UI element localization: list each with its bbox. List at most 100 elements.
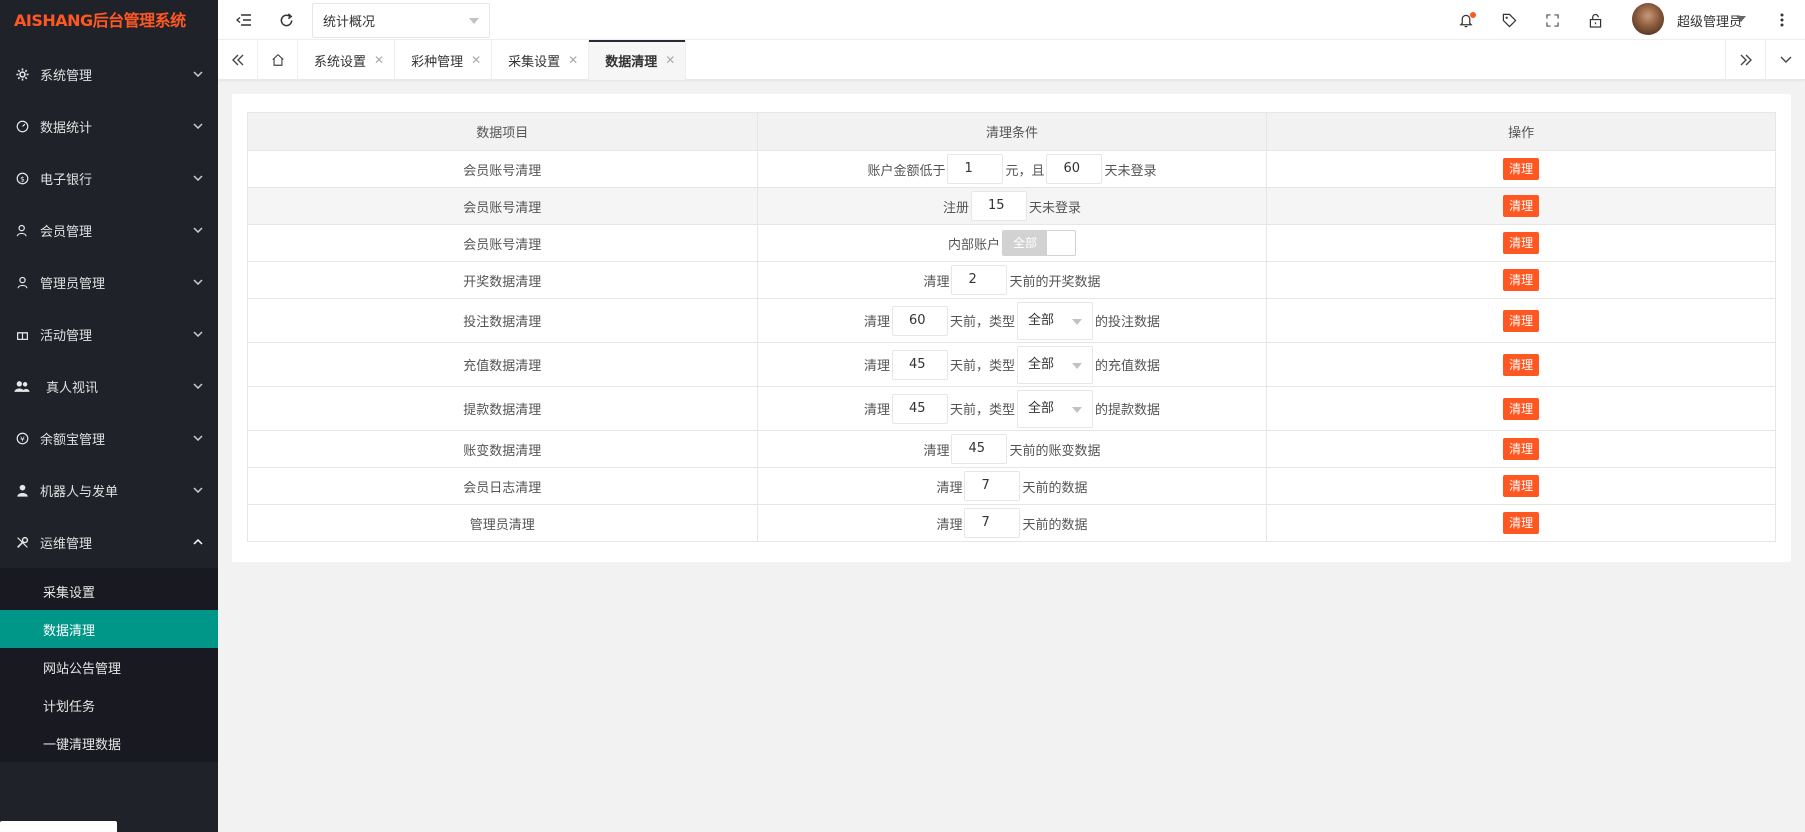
chevron-down-icon [192,224,204,236]
action-cell: 清理 [1266,467,1776,505]
tabs-menu-chevron-down-icon[interactable] [1765,40,1805,80]
tabs-scroll-left-icon[interactable] [218,40,258,80]
sidebar-subitem-collect-settings[interactable]: 采集设置 [0,572,218,610]
clear-button[interactable]: 清理 [1503,438,1540,460]
sidebar-item-admins[interactable]: 管理员管理 [0,256,218,308]
sidebar-subitem-site-notice[interactable]: 网站公告管理 [0,648,218,686]
avatar[interactable] [1632,3,1664,35]
clear-button[interactable]: 清理 [1503,309,1540,332]
clear-button[interactable]: 清理 [1503,397,1540,420]
sidebar-item-activities[interactable]: 活动管理 [0,308,218,360]
quick-nav-select[interactable]: 统计概况 [312,3,490,38]
condition-text: 天未登录 [1104,163,1157,179]
sidebar-item-label: 管理员管理 [40,276,106,292]
dashboard-icon [14,118,30,134]
clear-button[interactable]: 清理 [1503,512,1540,534]
table-row: 会员账号清理 账户金额低于 1 元，且 60 天未登录 清理 [247,150,1776,188]
close-icon[interactable]: ✕ [665,53,675,67]
sidebar-item-live-video[interactable]: 真人视讯 [0,360,218,412]
app-logo[interactable]: AISHANG后台管理系统 [0,0,218,38]
sidebar-subitem-scheduled-tasks[interactable]: 计划任务 [0,686,218,724]
days-input[interactable]: 60 [891,305,948,336]
caret-down-icon[interactable] [1736,16,1746,22]
table-row: 开奖数据清理 清理 2 天前的开奖数据 清理 [247,261,1776,299]
fullscreen-icon[interactable] [1540,8,1564,32]
yen-icon: ¥ [14,430,30,446]
inactive-days-input[interactable]: 60 [1046,154,1103,184]
clear-button[interactable]: 清理 [1503,158,1540,180]
sidebar-item-members[interactable]: 会员管理 [0,204,218,256]
lock-icon[interactable] [1583,8,1607,32]
internal-account-toggle[interactable]: 全部 [1001,230,1076,256]
dollar-icon: $ [14,170,30,186]
tab-collect-settings[interactable]: 采集设置 ✕ [492,40,590,80]
sidebar-subitem-data-cleanup[interactable]: 数据清理 [0,610,218,648]
tabs-bar: 系统设置 ✕ 彩种管理 ✕ 采集设置 ✕ 数据清理 ✕ [218,40,1805,80]
chevron-down-icon [192,120,204,132]
column-header: 数据项目 [247,112,758,151]
days-input[interactable]: 45 [951,434,1008,464]
tab-label: 数据清理 [605,54,658,70]
sidebar-item-label: 会员管理 [40,224,93,240]
clear-button[interactable]: 清理 [1503,475,1540,497]
tabs-scroll-right-icon[interactable] [1725,40,1765,80]
days-input[interactable]: 45 [891,349,948,380]
action-cell: 清理 [1266,298,1776,343]
tab-lottery-management[interactable]: 彩种管理 ✕ [395,40,493,80]
action-cell: 清理 [1266,430,1776,468]
condition-cell: 账户金额低于 1 元，且 60 天未登录 [756,150,1268,188]
clear-button[interactable]: 清理 [1503,269,1540,291]
sidebar-subitem-one-click-cleanup[interactable]: 一键清理数据 [0,724,218,762]
caret-down-icon [469,18,479,24]
sidebar-item-label: 活动管理 [40,328,93,344]
close-icon[interactable]: ✕ [471,53,481,67]
days-input[interactable]: 7 [964,471,1021,501]
bell-icon[interactable] [1454,8,1478,32]
home-icon[interactable] [258,40,298,80]
sidebar-item-robot[interactable]: 机器人与发单 [0,464,218,516]
refresh-icon[interactable] [274,8,298,32]
sidebar-item-stats[interactable]: 数据统计 [0,100,218,152]
more-vertical-icon[interactable] [1770,8,1794,32]
condition-text: 天前，类型 [949,403,1015,418]
chevron-down-icon [192,276,204,288]
user-icon [14,274,30,290]
sidebar-item-ops[interactable]: 运维管理 [0,516,218,568]
tag-icon[interactable] [1497,8,1521,32]
tab-label: 采集设置 [508,54,561,70]
tools-icon [14,534,30,550]
tab-data-cleanup[interactable]: 数据清理 ✕ [589,40,687,80]
action-cell: 清理 [1266,342,1776,387]
svg-text:¥: ¥ [20,434,25,443]
type-select[interactable]: 全部 [1016,389,1093,428]
condition-text: 天前，类型 [949,359,1015,374]
item-cell: 充值数据清理 [247,342,758,387]
balance-threshold-input[interactable]: 1 [947,154,1004,184]
clear-button[interactable]: 清理 [1503,353,1540,376]
register-days-input[interactable]: 15 [970,191,1027,221]
type-select[interactable]: 全部 [1016,345,1093,384]
sidebar-item-ebank[interactable]: $ 电子银行 [0,152,218,204]
user-name[interactable]: 超级管理员 [1677,11,1742,30]
tab-system-settings[interactable]: 系统设置 ✕ [298,40,396,80]
action-cell: 清理 [1266,187,1776,225]
condition-text: 清理 [863,403,890,418]
days-input[interactable]: 45 [891,393,948,424]
item-cell: 提款数据清理 [247,386,758,431]
days-input[interactable]: 2 [951,265,1008,295]
table-row: 提款数据清理 清理 45 天前，类型 全部 的提款数据 清理 [247,386,1776,431]
clear-button[interactable]: 清理 [1503,232,1540,254]
days-input[interactable]: 7 [964,508,1021,538]
sidebar-item-label: 机器人与发单 [40,484,119,500]
condition-cell: 清理 45 天前，类型 全部 的充值数据 [756,342,1268,387]
type-select-value: 全部 [1027,312,1054,328]
column-header: 清理条件 [756,112,1268,151]
type-select[interactable]: 全部 [1016,301,1093,340]
sidebar-item-system[interactable]: 系统管理 [0,48,218,100]
close-icon[interactable]: ✕ [568,53,578,67]
menu-fold-icon[interactable] [232,8,256,32]
clear-button[interactable]: 清理 [1503,195,1540,217]
tab-label: 彩种管理 [411,54,464,70]
close-icon[interactable]: ✕ [374,53,384,67]
sidebar-item-yuebao[interactable]: ¥ 余额宝管理 [0,412,218,464]
